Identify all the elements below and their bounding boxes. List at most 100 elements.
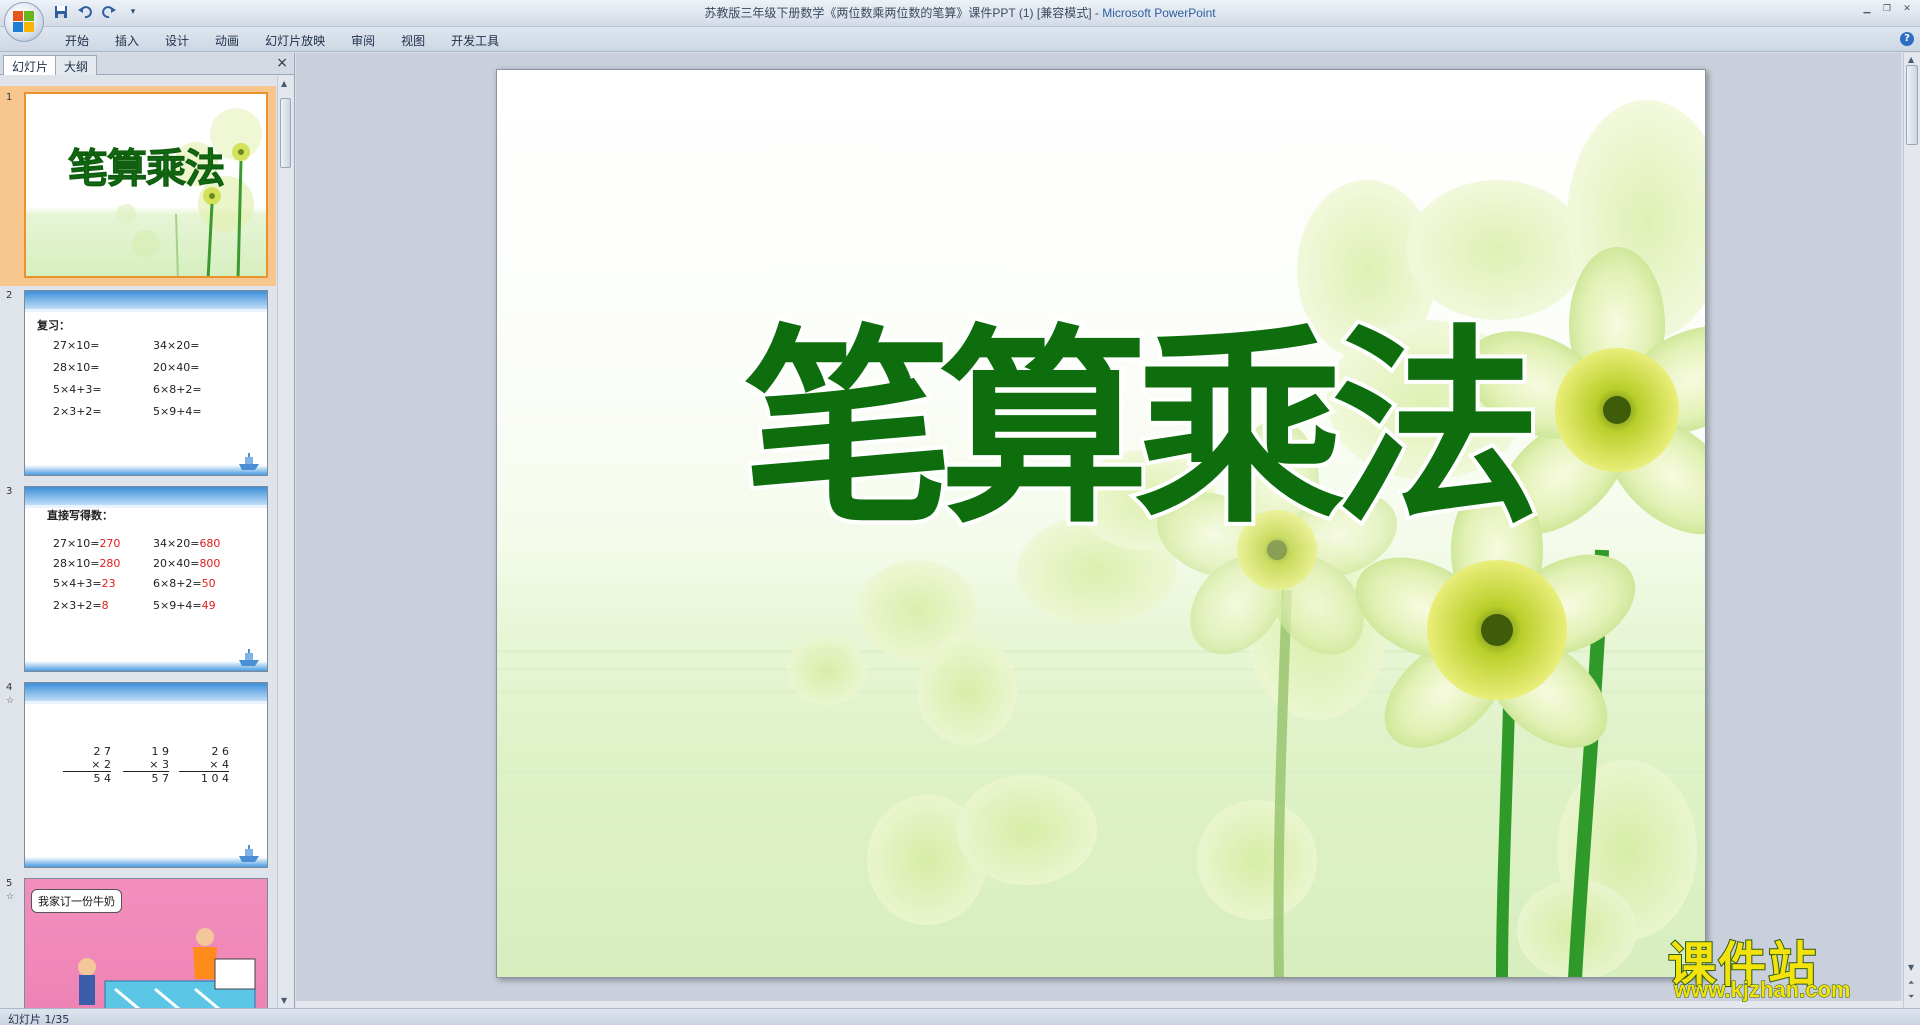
exercise-text: 5×9+4= xyxy=(153,405,202,418)
calc-mul: × 4 xyxy=(179,758,229,772)
scroll-up-icon[interactable]: ▲ xyxy=(1908,55,1914,64)
thumbnail-row-2[interactable]: 2 复习： 27×10= 34×20= 28×10= 20×40= 5×4+3=… xyxy=(0,284,276,480)
tab-slideshow[interactable]: 幻灯片放映 xyxy=(252,30,338,51)
vertical-calc: 2 6 × 4 1 0 4 xyxy=(179,745,229,785)
thumbnail-slide-5[interactable]: 我家订一份牛奶 xyxy=(24,878,268,1008)
answer-text: 8 xyxy=(101,599,109,612)
thumbnail-row-3[interactable]: 3 直接写得数： 27×10=270 34×20=680 28×10=280 2… xyxy=(0,480,276,676)
exercise-text: 5×4+3= xyxy=(53,577,102,590)
close-pane-icon[interactable]: × xyxy=(276,55,288,71)
thumbnail-heading: 直接写得数： xyxy=(47,509,113,522)
exercise-text: 20×40= xyxy=(153,557,200,570)
help-icon[interactable]: ? xyxy=(1900,32,1914,46)
speech-bubble: 我家订一份牛奶 xyxy=(31,889,122,913)
exercise-text: 6×8+2= xyxy=(153,577,202,590)
scroll-down-icon[interactable]: ▼ xyxy=(281,996,287,1005)
answer-text: 280 xyxy=(99,557,121,570)
office-logo-icon xyxy=(13,11,35,33)
exercise-text: 28×10= xyxy=(53,557,100,570)
calc-top: 2 7 xyxy=(93,745,112,758)
exercise-text: 20×40= xyxy=(153,361,200,374)
status-bar: 幻灯片 1/35 xyxy=(0,1008,1920,1025)
answer-text: 680 xyxy=(199,537,221,550)
exercise-row: 5×9+4=49 xyxy=(153,599,216,612)
tab-insert[interactable]: 插入 xyxy=(102,30,152,51)
exercise-row: 28×10=280 xyxy=(53,557,120,570)
window-title: 苏教版三年级下册数学《两位数乘两位数的笔算》课件PPT (1) [兼容模式] -… xyxy=(0,4,1920,21)
animation-star-icon: ☆ xyxy=(6,892,15,902)
scrollbar-thumb[interactable] xyxy=(280,98,291,168)
thumbnail-title: 笔算乘法 xyxy=(68,146,226,193)
exercise-text: 2×3+2= xyxy=(53,405,102,418)
thumbnail-number: 2 xyxy=(6,290,13,301)
vertical-calc: 2 7 × 2 5 4 xyxy=(63,745,111,785)
scroll-up-icon[interactable]: ▲ xyxy=(281,79,287,88)
animation-star-icon: ☆ xyxy=(6,696,15,706)
exercise-text: 2×3+2= xyxy=(53,599,102,612)
ship-icon xyxy=(239,649,259,666)
exercise-row: 27×10=270 xyxy=(53,537,120,550)
thumbnail-list: 1 笔算乘法 2 复习： 27×10= 34×20= 28×10= 20×40=… xyxy=(0,76,276,1008)
answer-text: 49 xyxy=(201,599,216,612)
thumbnail-number: 3 xyxy=(6,486,13,497)
tab-slides[interactable]: 幻灯片 xyxy=(3,55,58,75)
office-button[interactable] xyxy=(4,2,44,42)
calc-result: 5 4 xyxy=(93,772,112,785)
next-slide-icon[interactable]: ⏷ xyxy=(1908,992,1914,1002)
exercise-text: 27×10= xyxy=(53,537,100,550)
answer-text: 800 xyxy=(199,557,221,570)
thumbnail-row-1[interactable]: 1 笔算乘法 xyxy=(0,86,276,286)
tab-view[interactable]: 视图 xyxy=(388,30,438,51)
tab-animations[interactable]: 动画 xyxy=(202,30,252,51)
exercise-text: 34×20= xyxy=(153,339,200,352)
thumbnail-number: 1 xyxy=(6,92,13,103)
app-name: Microsoft PowerPoint xyxy=(1102,6,1216,20)
tab-outline[interactable]: 大纲 xyxy=(55,55,98,75)
vertical-calc: 1 9 × 3 5 7 xyxy=(123,745,169,785)
tab-design[interactable]: 设计 xyxy=(152,30,202,51)
ship-icon xyxy=(239,453,259,470)
previous-slide-icon[interactable]: ⏶ xyxy=(1908,978,1914,988)
slides-pane: 幻灯片 大纲 × 1 笔算乘法 2 复习： 27×10= 34×20= 28×1… xyxy=(0,53,295,1008)
thumbnail-row-5[interactable]: 5 ☆ 我家订一份牛奶 xyxy=(0,872,276,1008)
thumbnail-slide-1[interactable]: 笔算乘法 xyxy=(24,92,268,278)
current-slide[interactable]: 笔算乘法 xyxy=(496,69,1706,978)
exercise-text: 27×10= xyxy=(53,339,100,352)
scrollbar-thumb[interactable] xyxy=(1906,65,1918,145)
exercise-text: 5×9+4= xyxy=(153,599,202,612)
editor-scrollbar[interactable]: ▲ ▼ ⏶ ⏷ xyxy=(1903,53,1920,1008)
pane-tabs: 幻灯片 大纲 × xyxy=(0,53,294,75)
ship-icon xyxy=(239,845,259,862)
document-title: 苏教版三年级下册数学《两位数乘两位数的笔算》课件PPT (1) [兼容模式] - xyxy=(704,6,1103,20)
tab-developer[interactable]: 开发工具 xyxy=(438,30,512,51)
calc-result: 5 7 xyxy=(151,772,170,785)
exercise-row: 20×40=800 xyxy=(153,557,220,570)
exercise-text: 5×4+3= xyxy=(53,383,102,396)
scroll-down-icon[interactable]: ▼ xyxy=(1908,963,1914,972)
thumbnail-slide-2[interactable]: 复习： 27×10= 34×20= 28×10= 20×40= 5×4+3= 6… xyxy=(24,290,268,476)
exercise-row: 6×8+2=50 xyxy=(153,577,216,590)
watermark-url: www.kjzhan.com xyxy=(1673,977,1851,1003)
tab-review[interactable]: 审阅 xyxy=(338,30,388,51)
thumbnail-slide-4[interactable]: 2 7 × 2 5 4 1 9 × 3 5 7 2 6 × 4 1 0 4 xyxy=(24,682,268,868)
answer-text: 270 xyxy=(99,537,121,550)
close-icon[interactable]: ✕ xyxy=(1898,2,1916,16)
thumbnail-row-4[interactable]: 4 ☆ 2 7 × 2 5 4 1 9 × 3 5 7 2 6 × 4 1 0 … xyxy=(0,676,276,872)
exercise-row: 2×3+2=8 xyxy=(53,599,109,612)
minimize-icon[interactable]: ▁ xyxy=(1858,2,1876,16)
tab-home[interactable]: 开始 xyxy=(52,30,102,51)
answer-text: 50 xyxy=(201,577,216,590)
thumbnail-number: 5 xyxy=(6,878,13,889)
calc-top: 2 6 xyxy=(211,745,230,758)
exercise-text: 34×20= xyxy=(153,537,200,550)
thumbnail-slide-3[interactable]: 直接写得数： 27×10=270 34×20=680 28×10=280 20×… xyxy=(24,486,268,672)
slide-title[interactable]: 笔算乘法 xyxy=(739,270,1563,590)
title-bar: ▾ 苏教版三年级下册数学《两位数乘两位数的笔算》课件PPT (1) [兼容模式]… xyxy=(0,0,1920,27)
exercise-row: 5×4+3=23 xyxy=(53,577,116,590)
thumbnail-scrollbar[interactable]: ▲ ▼ xyxy=(277,76,293,1008)
watermark: 课件站 www.kjzhan.com xyxy=(1667,925,1908,1005)
thumbnail-heading: 复习： xyxy=(37,319,70,332)
horizontal-scrollbar[interactable] xyxy=(296,1001,1903,1008)
slide-counter: 幻灯片 1/35 xyxy=(8,1013,70,1025)
restore-icon[interactable]: ❐ xyxy=(1878,2,1896,16)
